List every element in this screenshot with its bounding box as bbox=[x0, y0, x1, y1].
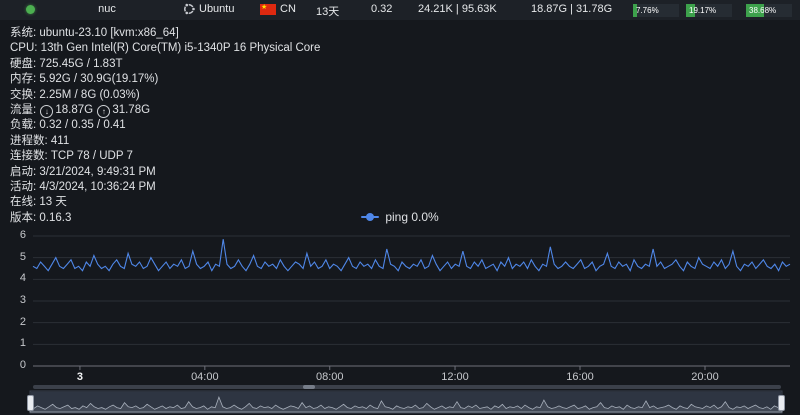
info-line: 交换: 2.25M / 8G (0.03%) bbox=[10, 88, 320, 103]
y-axis-tick-label: 1 bbox=[0, 337, 26, 349]
x-axis-tick-label: 12:00 bbox=[425, 371, 485, 383]
info-line: 启动: 3/21/2024, 9:49:31 PM bbox=[10, 165, 320, 180]
info-line: 内存: 5.92G / 30.9G(19.17%) bbox=[10, 72, 320, 87]
connections-value: 24.21K | 95.63K bbox=[418, 3, 497, 15]
y-axis-tick-label: 2 bbox=[0, 316, 26, 328]
chart-scrollbar[interactable] bbox=[33, 385, 781, 389]
y-axis-tick-label: 0 bbox=[0, 359, 26, 371]
online-status-dot-icon bbox=[26, 5, 35, 14]
line-series-marker-icon bbox=[361, 212, 379, 222]
info-line: 系统: ubuntu-23.10 [kvm:x86_64] bbox=[10, 26, 320, 41]
navigator-right-handle[interactable] bbox=[778, 395, 785, 411]
info-line: 硬盘: 725.45G / 1.83T bbox=[10, 57, 320, 72]
gauge-label: 38.68% bbox=[749, 4, 776, 17]
info-line: 在线: 13 天 bbox=[10, 195, 320, 210]
info-line: 进程数: 411 bbox=[10, 134, 320, 149]
uptime-value: 13天 bbox=[316, 3, 339, 19]
ubuntu-logo-icon bbox=[183, 3, 195, 15]
legend-label: ping 0.0% bbox=[385, 210, 438, 224]
host-name[interactable]: nuc bbox=[85, 3, 129, 15]
cn-flag-icon: ★ bbox=[260, 4, 276, 15]
disk-usage-gauge: 38.68% bbox=[746, 4, 792, 17]
y-axis-tick-label: 6 bbox=[0, 229, 26, 241]
info-line: 流量: ↓18.87G ↑31.78G bbox=[10, 103, 320, 118]
server-status-topbar: nuc Ubuntu ★ CN 13天 0.32 24.21K | 95.63K… bbox=[0, 0, 800, 20]
x-axis-tick-label: 04:00 bbox=[175, 371, 235, 383]
x-axis-tick-label: 16:00 bbox=[550, 371, 610, 383]
x-axis-tick-label: 08:00 bbox=[300, 371, 360, 383]
location-indicator: ★ CN bbox=[260, 3, 296, 15]
traffic-value: 18.87G | 31.78G bbox=[531, 3, 612, 15]
data-zoom-navigator[interactable] bbox=[30, 391, 782, 413]
gauge-label: 7.76% bbox=[636, 4, 659, 17]
os-label: Ubuntu bbox=[199, 3, 234, 15]
info-line: 活动: 4/3/2024, 10:36:24 PM bbox=[10, 180, 320, 195]
circled-down-arrow-icon: ↓ bbox=[40, 105, 53, 118]
info-line: 连接数: TCP 78 / UDP 7 bbox=[10, 149, 320, 164]
os-indicator: Ubuntu bbox=[183, 3, 234, 15]
y-axis-tick-label: 4 bbox=[0, 272, 26, 284]
gauge-label: 19.17% bbox=[689, 4, 716, 17]
memory-usage-gauge: 19.17% bbox=[686, 4, 732, 17]
chart-legend[interactable]: ping 0.0% bbox=[0, 210, 800, 224]
info-line: CPU: 13th Gen Intel(R) Core(TM) i5-1340P… bbox=[10, 41, 320, 56]
x-axis-tick-label: 3 bbox=[50, 371, 110, 383]
y-axis-tick-label: 3 bbox=[0, 294, 26, 306]
location-label: CN bbox=[280, 3, 296, 15]
info-line: 负载: 0.32 / 0.35 / 0.41 bbox=[10, 118, 320, 133]
scrollbar-thumb[interactable] bbox=[303, 385, 315, 389]
circled-up-arrow-icon: ↑ bbox=[97, 105, 110, 118]
chart-plot-area[interactable] bbox=[33, 228, 790, 366]
navigator-left-handle[interactable] bbox=[27, 395, 34, 411]
y-axis-tick-label: 5 bbox=[0, 251, 26, 263]
system-info-panel: 系统: ubuntu-23.10 [kvm:x86_64]CPU: 13th G… bbox=[10, 26, 320, 226]
load-value: 0.32 bbox=[371, 3, 392, 15]
x-axis-tick-label: 20:00 bbox=[675, 371, 735, 383]
cpu-usage-gauge: 7.76% bbox=[633, 4, 679, 17]
